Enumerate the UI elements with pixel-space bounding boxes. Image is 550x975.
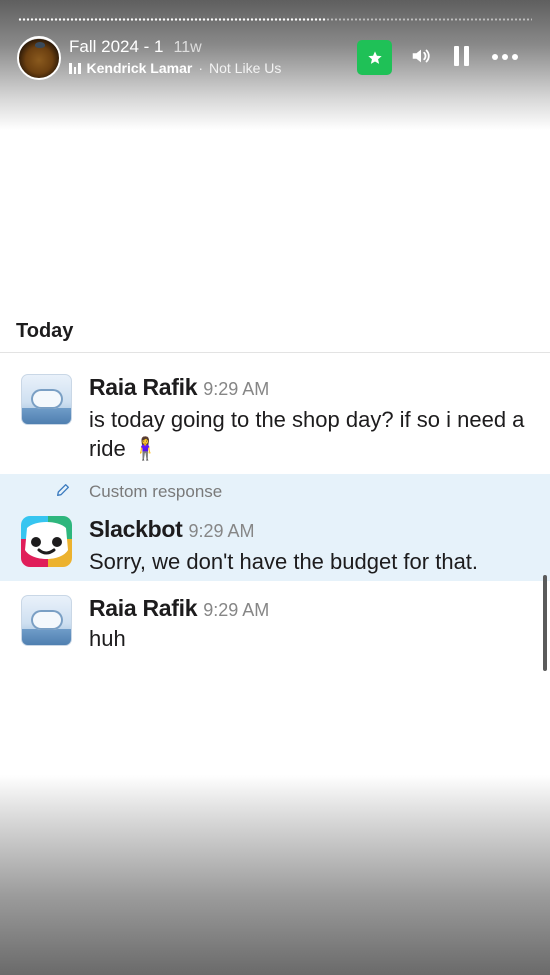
avatar[interactable] [21,595,72,646]
story-avatar[interactable] [17,36,61,80]
story-age: 11w [173,39,202,56]
music-song: Not Like Us [209,60,282,76]
message-time: 9:29 AM [188,521,255,541]
slackbot-avatar[interactable] [21,516,72,567]
more-icon[interactable] [492,54,518,60]
message-author[interactable]: Raia Rafik 9:29 AM [89,595,269,622]
story-title[interactable]: Fall 2024 - 1 [69,37,164,57]
music-attribution[interactable]: Kendrick Lamar · Not Like Us [69,60,281,76]
message-time: 9:29 AM [203,379,270,399]
bird-icon [35,42,45,48]
audio-bars-icon [69,62,81,74]
message-text: huh [89,626,126,651]
music-separator: · [198,60,203,76]
message-time: 9:29 AM [203,600,270,620]
pause-icon[interactable] [454,46,469,66]
story-bottom-overlay [0,775,550,975]
music-artist: Kendrick Lamar [86,60,193,76]
message-author[interactable]: Raia Rafik 9:29 AM [89,374,269,401]
story-header: Fall 2024 - 1 11w Kendrick Lamar · Not L… [0,34,550,80]
scrollbar[interactable] [543,575,547,671]
day-divider: Today [0,300,550,353]
volume-icon[interactable] [410,44,432,73]
avatar[interactable] [21,374,72,425]
close-friends-star-button[interactable] [357,40,392,75]
message-text: is today going to the shop day? if so i … [89,407,525,461]
message-text: Sorry, we don't have the budget for that… [89,549,479,574]
custom-response-label: Custom response [89,482,223,501]
star-icon [367,50,382,64]
story-title-row: Fall 2024 - 1 11w [69,37,202,57]
pencil-icon [57,484,69,496]
message-author[interactable]: Slackbot 9:29 AM [89,516,255,543]
custom-response-note: Custom response [0,480,550,502]
day-label: Today [16,320,74,342]
story-progress-fill [18,18,326,21]
